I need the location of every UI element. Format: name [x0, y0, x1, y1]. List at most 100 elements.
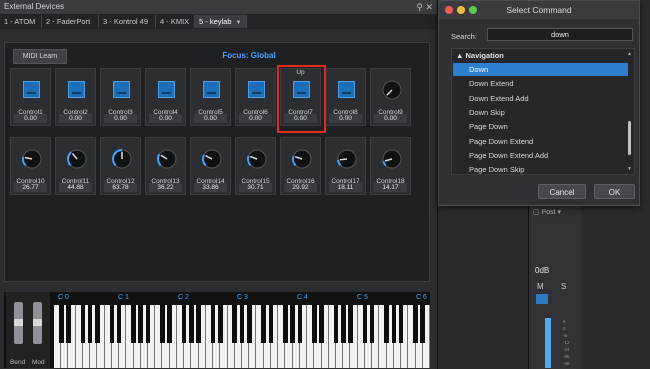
close-icon[interactable]: ✕: [425, 0, 433, 14]
pad-button-icon[interactable]: [113, 81, 130, 98]
black-key[interactable]: [420, 305, 426, 343]
command-item[interactable]: Page Down Extend Add: [453, 149, 628, 162]
mod-wheel[interactable]: [33, 302, 42, 344]
knob-icon[interactable]: [156, 148, 178, 170]
control-cell[interactable]: Control2 0.00: [55, 68, 96, 126]
midi-learn-button[interactable]: MIDI Learn: [13, 49, 67, 64]
control-cell[interactable]: Control4 0.00: [145, 68, 186, 126]
black-key[interactable]: [116, 305, 122, 343]
black-key[interactable]: [283, 305, 288, 343]
command-item[interactable]: Page Down: [453, 120, 628, 133]
tab-kmix[interactable]: 4 - KMIX: [156, 15, 195, 28]
black-key[interactable]: [232, 305, 238, 343]
command-item[interactable]: Down: [453, 63, 628, 76]
black-key[interactable]: [261, 305, 266, 343]
command-item[interactable]: Down Extend Add: [453, 92, 628, 105]
control-cell[interactable]: Control15 30.71: [235, 137, 276, 195]
control-cell[interactable]: Control3 0.00: [100, 68, 141, 126]
control-cell[interactable]: Control13 36.22: [145, 137, 186, 195]
black-key[interactable]: [181, 305, 187, 343]
command-item[interactable]: Down Skip: [453, 106, 628, 119]
knob-icon[interactable]: [66, 148, 88, 170]
scroll-down-icon[interactable]: ▼: [627, 166, 632, 172]
pad-button-icon[interactable]: [203, 81, 220, 98]
knob-icon[interactable]: [111, 148, 133, 170]
pad-button-icon[interactable]: [68, 81, 85, 98]
control-cell[interactable]: Control8 0.00: [325, 68, 366, 126]
black-key[interactable]: [196, 305, 201, 343]
pad-button-icon[interactable]: [248, 81, 265, 98]
knob-icon[interactable]: [21, 148, 43, 170]
close-window-icon[interactable]: [445, 6, 453, 14]
control-cell[interactable]: Control10 26.77: [10, 137, 51, 195]
black-key[interactable]: [348, 305, 353, 343]
black-key[interactable]: [210, 305, 216, 343]
pad-button-icon[interactable]: [158, 81, 175, 98]
search-input[interactable]: [487, 28, 633, 41]
black-key[interactable]: [333, 305, 339, 343]
black-key[interactable]: [167, 305, 172, 343]
black-key[interactable]: [109, 305, 115, 343]
knob-icon[interactable]: [381, 79, 403, 101]
control-cell[interactable]: Control9 0.00: [370, 68, 411, 126]
knob-icon[interactable]: [336, 148, 358, 170]
solo-button[interactable]: S: [561, 282, 566, 291]
black-key[interactable]: [189, 305, 194, 343]
ok-button[interactable]: OK: [594, 184, 635, 199]
black-key[interactable]: [319, 305, 324, 343]
control-cell[interactable]: Control14 33.86: [190, 137, 231, 195]
black-key[interactable]: [268, 305, 274, 343]
command-item[interactable]: Page Down Extend: [453, 135, 628, 148]
black-key[interactable]: [297, 305, 303, 343]
pitch-bend-wheel[interactable]: [14, 302, 23, 344]
black-key[interactable]: [138, 305, 144, 343]
scrollbar-thumb[interactable]: [628, 121, 631, 155]
cancel-button[interactable]: Cancel: [538, 184, 586, 199]
black-key[interactable]: [145, 305, 151, 343]
chevron-down-icon[interactable]: ▼: [236, 20, 242, 26]
control-cell[interactable]: Control18 14.17: [370, 137, 411, 195]
command-item[interactable]: Down Extend: [453, 77, 628, 90]
volume-fader[interactable]: [545, 318, 551, 368]
minimize-window-icon[interactable]: [457, 6, 465, 14]
control-cell[interactable]: Control1 0.00: [10, 68, 51, 126]
black-key[interactable]: [58, 305, 64, 343]
black-key[interactable]: [391, 305, 397, 343]
control-cell[interactable]: Control17 18.11: [325, 137, 366, 195]
black-key[interactable]: [131, 305, 136, 343]
monitor-icon[interactable]: [536, 294, 548, 304]
knob-icon[interactable]: [291, 148, 313, 170]
zoom-window-icon[interactable]: [469, 6, 477, 14]
post-selector[interactable]: ▢ Post ▾: [533, 208, 561, 216]
black-key[interactable]: [217, 305, 223, 343]
pin-icon[interactable]: ⚲: [416, 0, 423, 14]
black-key[interactable]: [369, 305, 375, 343]
black-key[interactable]: [246, 305, 252, 343]
black-key[interactable]: [290, 305, 295, 343]
black-key[interactable]: [87, 305, 93, 343]
control-cell[interactable]: Control12 63.78: [100, 137, 141, 195]
tab-faderport[interactable]: 2 - FaderPort: [42, 15, 99, 28]
control-cell[interactable]: Control6 0.00: [235, 68, 276, 126]
pad-button-icon[interactable]: [338, 81, 355, 98]
control-cell[interactable]: Control16 29.92: [280, 137, 321, 195]
scroll-up-icon[interactable]: ▲: [627, 51, 632, 57]
black-key[interactable]: [239, 305, 245, 343]
black-key[interactable]: [80, 305, 86, 343]
mute-button[interactable]: M: [537, 282, 544, 291]
tab-keylab[interactable]: 5 - keylab ▼: [195, 15, 247, 28]
knob-icon[interactable]: [246, 148, 268, 170]
black-key[interactable]: [384, 305, 389, 343]
black-key[interactable]: [362, 305, 368, 343]
black-key[interactable]: [66, 305, 71, 343]
control-cell[interactable]: Control11 44.88: [55, 137, 96, 195]
knob-icon[interactable]: [381, 148, 403, 170]
control-cell[interactable]: Control5 0.00: [190, 68, 231, 126]
tab-kontrol-49[interactable]: 3 - Kontrol 49: [99, 15, 156, 28]
black-key[interactable]: [398, 305, 404, 343]
category-navigation[interactable]: ▲ Navigation: [456, 51, 504, 60]
black-key[interactable]: [95, 305, 100, 343]
tab-atom[interactable]: 1 - ATOM: [0, 15, 42, 28]
scrollbar[interactable]: ▲ ▼: [627, 51, 632, 172]
command-item[interactable]: Page Down Skip: [453, 163, 628, 174]
